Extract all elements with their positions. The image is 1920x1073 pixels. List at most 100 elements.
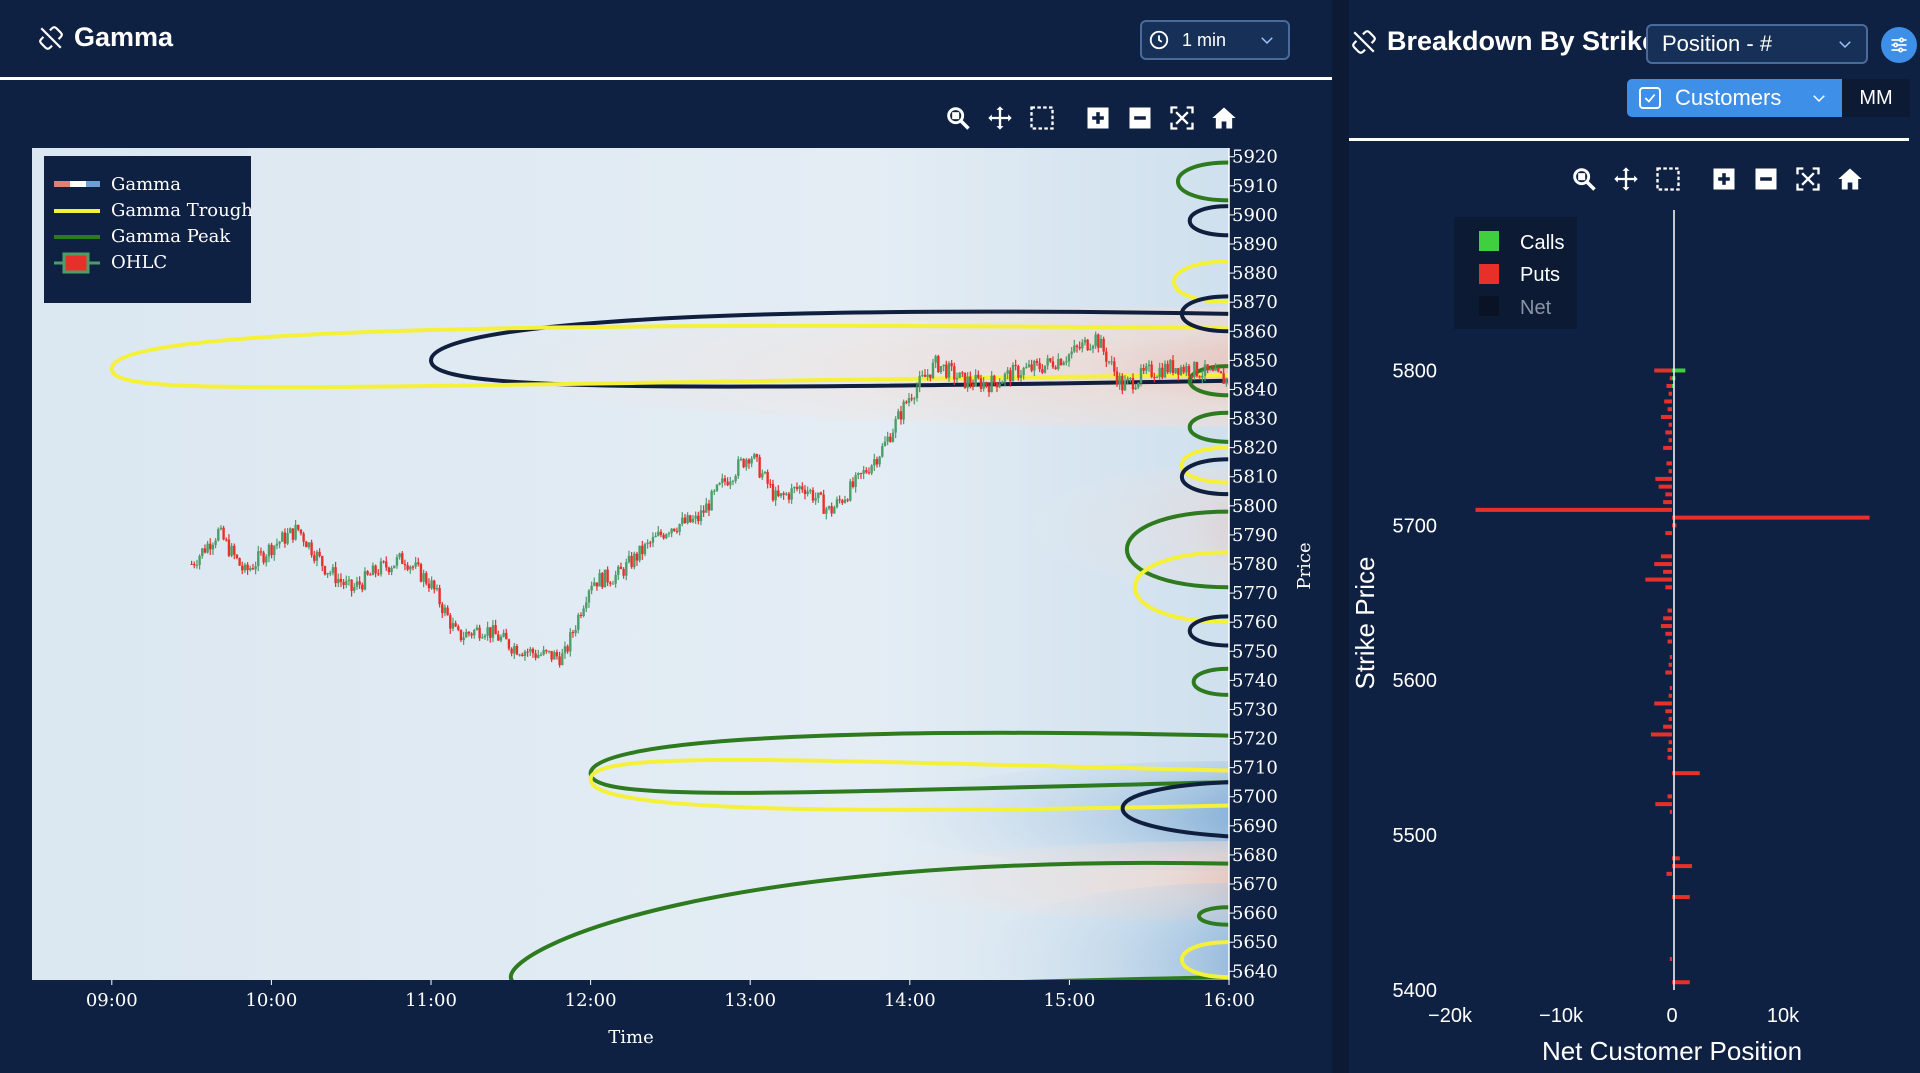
bar-puts[interactable] xyxy=(1667,747,1672,752)
candle-body xyxy=(1094,334,1097,346)
bar-puts[interactable] xyxy=(1672,864,1692,869)
candle-body xyxy=(929,374,932,379)
bar-puts[interactable] xyxy=(1667,794,1672,799)
time-tick-label: 16:00 xyxy=(1203,990,1255,1011)
interval-select[interactable]: 1 min xyxy=(1140,20,1290,60)
candle-body xyxy=(377,573,380,575)
candle-body xyxy=(206,543,209,553)
customers-toggle[interactable]: Customers xyxy=(1627,79,1842,117)
candle-body xyxy=(670,528,673,534)
bar-puts[interactable] xyxy=(1668,391,1672,396)
breakdown-chart[interactable]: 5800 5700 5600 5500 5400 −20k −10k 0 10k Strike… xyxy=(1349,160,1920,1060)
zoom-in-icon[interactable] xyxy=(1084,104,1112,132)
pan-icon[interactable] xyxy=(986,104,1014,132)
candle-body xyxy=(299,529,303,534)
bar-puts[interactable] xyxy=(1672,856,1680,861)
zoom-icon[interactable] xyxy=(1570,165,1598,193)
candle-body xyxy=(1121,375,1124,391)
bar-puts[interactable] xyxy=(1663,569,1672,574)
zoom-out-icon[interactable] xyxy=(1752,165,1780,193)
candle-body xyxy=(633,553,636,568)
bar-puts[interactable] xyxy=(1668,716,1672,721)
candle-body xyxy=(481,637,484,639)
bar-puts[interactable] xyxy=(1645,577,1672,582)
bar-puts[interactable] xyxy=(1669,655,1672,660)
gamma-chart[interactable]: 5920 5910 5900 5890 5880 5870 5860 5850 5840 5830… xyxy=(0,73,1332,1073)
candle-body xyxy=(553,652,556,660)
autoscale-icon[interactable] xyxy=(1794,165,1822,193)
candle-body xyxy=(795,487,799,489)
candle-body xyxy=(545,649,548,652)
home-icon[interactable] xyxy=(1210,104,1238,132)
bar-puts[interactable] xyxy=(1667,639,1672,644)
bar-puts[interactable] xyxy=(1655,476,1672,481)
bar-puts[interactable] xyxy=(1650,732,1672,737)
bar-puts[interactable] xyxy=(1667,608,1672,613)
candle-body xyxy=(251,568,255,570)
price-tick-label: 5910 xyxy=(1232,176,1278,197)
zoom-icon[interactable] xyxy=(944,104,972,132)
bar-puts[interactable] xyxy=(1668,469,1672,474)
settings-button[interactable] xyxy=(1881,27,1917,63)
candle-body xyxy=(510,648,513,654)
pan-icon[interactable] xyxy=(1612,165,1640,193)
bar-puts[interactable] xyxy=(1666,871,1672,876)
autoscale-icon[interactable] xyxy=(1168,104,1196,132)
bar-puts[interactable] xyxy=(1654,562,1672,567)
bar-puts[interactable] xyxy=(1660,624,1672,629)
bar-puts[interactable] xyxy=(1667,407,1672,412)
bar-puts[interactable] xyxy=(1664,399,1672,404)
bar-puts[interactable] xyxy=(1660,554,1672,559)
candle-body xyxy=(921,374,924,376)
zoom-in-icon[interactable] xyxy=(1710,165,1738,193)
bar-puts[interactable] xyxy=(1655,802,1672,807)
bar-puts[interactable] xyxy=(1668,662,1672,667)
candle-body xyxy=(1139,368,1143,383)
bar-puts[interactable] xyxy=(1663,616,1672,621)
bar-puts[interactable] xyxy=(1669,957,1672,962)
bar-puts[interactable] xyxy=(1665,531,1672,536)
candle-body xyxy=(427,583,431,589)
bar-puts[interactable] xyxy=(1654,368,1672,373)
bar-puts[interactable] xyxy=(1654,701,1672,706)
position-select[interactable]: Position - # xyxy=(1646,24,1868,64)
bar-puts[interactable] xyxy=(1665,430,1672,435)
bar-puts[interactable] xyxy=(1668,438,1672,443)
bar-puts[interactable] xyxy=(1660,414,1672,419)
bar-puts[interactable] xyxy=(1663,500,1672,505)
bar-puts[interactable] xyxy=(1672,771,1700,776)
bar-puts[interactable] xyxy=(1668,740,1672,745)
bar-puts[interactable] xyxy=(1665,492,1672,497)
gamma-legend: Gamma Gamma Trough Gamma Peak OHLC xyxy=(44,156,253,303)
candle-body xyxy=(1051,361,1055,368)
bar-puts[interactable] xyxy=(1665,709,1672,714)
price-axis: 5920 5910 5900 5890 5880 5870 5860 5850 5840 5830… xyxy=(1228,147,1278,982)
customers-checkbox[interactable] xyxy=(1639,87,1661,109)
price-tick-label: 5860 xyxy=(1232,321,1278,342)
home-icon[interactable] xyxy=(1836,165,1864,193)
bar-puts[interactable] xyxy=(1665,670,1672,675)
bar-puts[interactable] xyxy=(1669,685,1672,690)
candle-body xyxy=(211,544,215,550)
bar-puts[interactable] xyxy=(1668,693,1672,698)
bar-puts[interactable] xyxy=(1669,376,1672,381)
bar-puts[interactable] xyxy=(1672,515,1870,520)
bar-puts[interactable] xyxy=(1669,809,1672,814)
bar-puts[interactable] xyxy=(1658,484,1672,489)
bar-puts[interactable] xyxy=(1665,585,1672,590)
candle-body xyxy=(1217,368,1220,372)
bar-puts[interactable] xyxy=(1666,383,1672,388)
zoom-out-icon[interactable] xyxy=(1126,104,1154,132)
box-select-icon[interactable] xyxy=(1028,104,1056,132)
price-tick-label: 5900 xyxy=(1232,205,1278,226)
gamma-title-row: Gamma xyxy=(38,22,173,53)
bar-puts[interactable] xyxy=(1666,461,1672,466)
bar-puts[interactable] xyxy=(1663,724,1672,729)
bar-puts[interactable] xyxy=(1668,422,1672,427)
bar-puts[interactable] xyxy=(1663,445,1672,450)
bar-puts[interactable] xyxy=(1665,631,1672,636)
box-select-icon[interactable] xyxy=(1654,165,1682,193)
bar-puts[interactable] xyxy=(1667,755,1672,760)
mm-toggle[interactable]: MM xyxy=(1842,79,1910,117)
bar-puts[interactable] xyxy=(1475,507,1672,512)
